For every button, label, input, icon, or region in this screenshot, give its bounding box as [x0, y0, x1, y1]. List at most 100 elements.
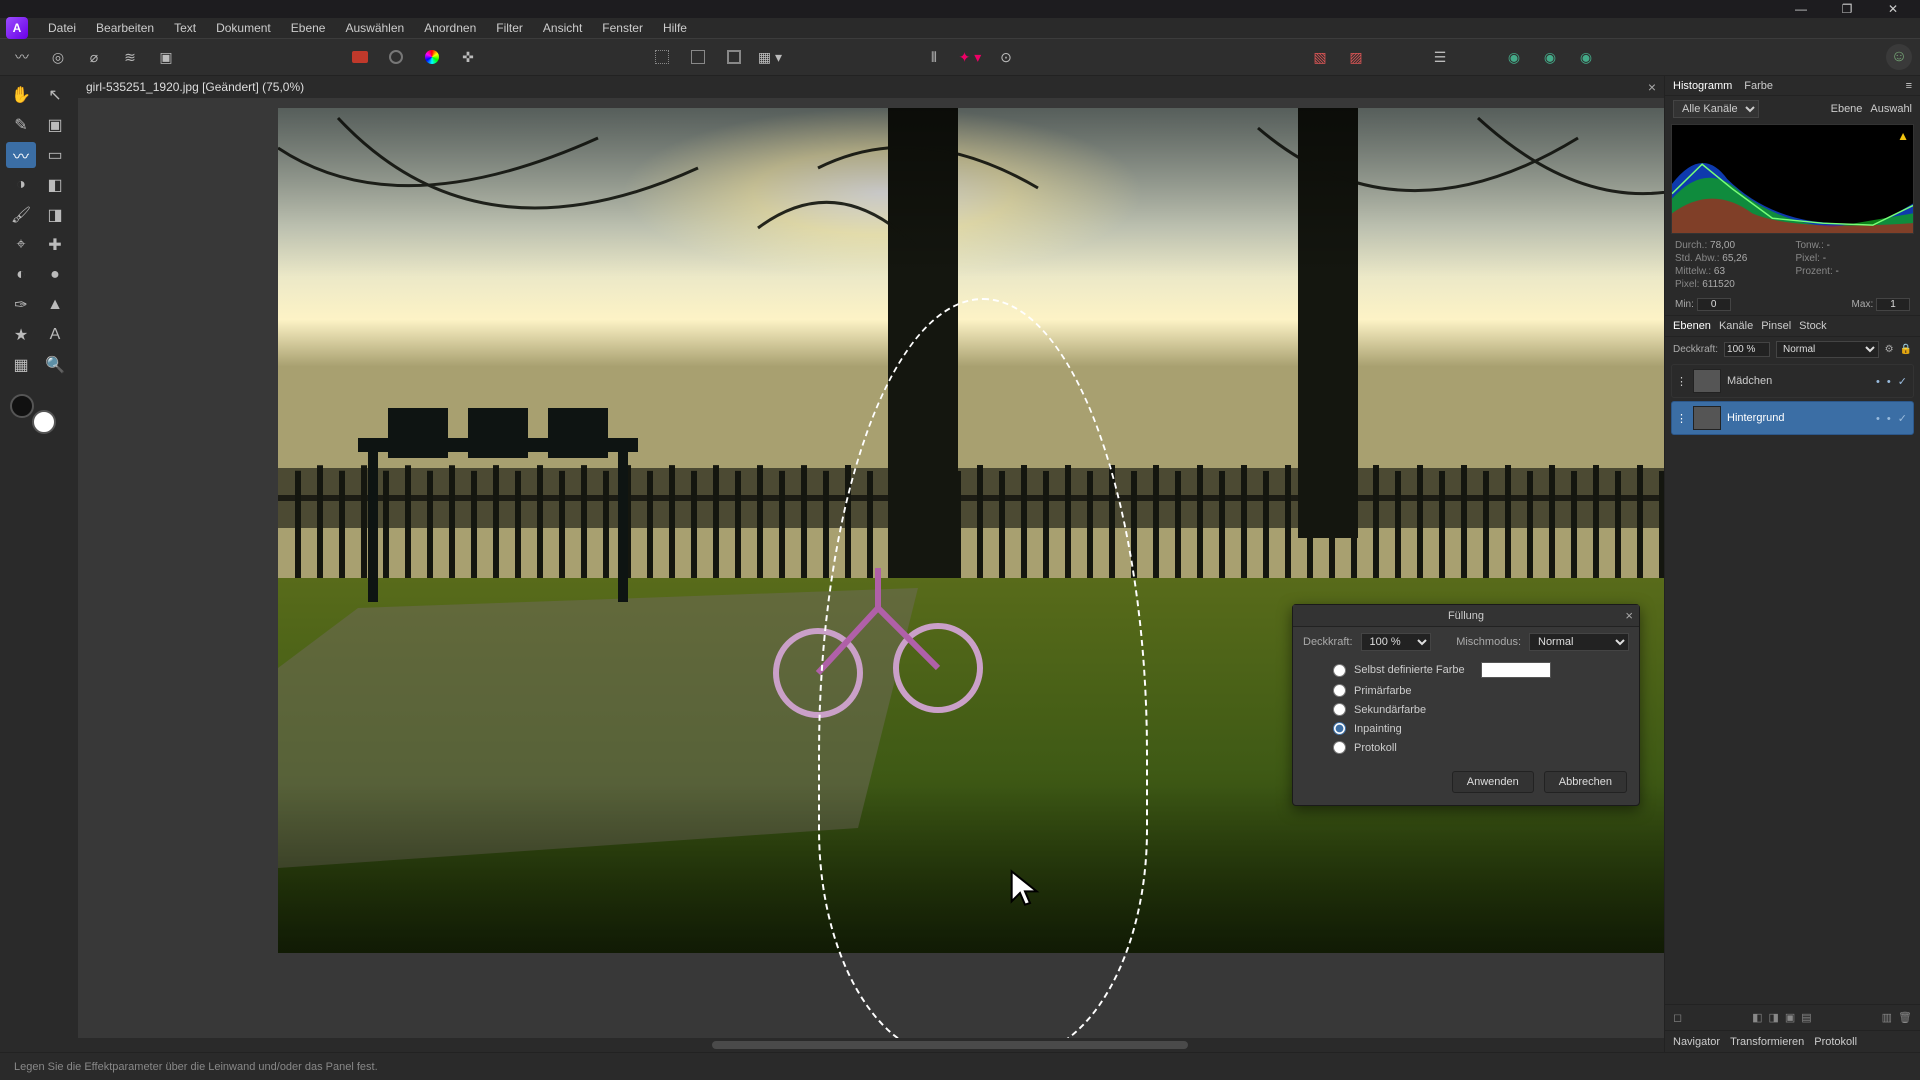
layer-fx-icon[interactable]: ⚙: [1885, 344, 1894, 355]
channel-select[interactable]: Alle Kanäle: [1673, 100, 1759, 118]
hand-tool-icon[interactable]: ✋: [6, 82, 36, 108]
mask-icon[interactable]: ◻: [1673, 1011, 1682, 1024]
swatch-red-icon[interactable]: [346, 43, 374, 71]
new-adjust-icon[interactable]: ◧: [1752, 1011, 1762, 1024]
mesh-tool-icon[interactable]: ▦: [6, 352, 36, 378]
cloud-1-icon[interactable]: ◉: [1500, 43, 1528, 71]
document-tab[interactable]: girl-535251_1920.jpg [Geändert] (75,0%) …: [78, 76, 1664, 98]
bottom-tab-protokoll[interactable]: Protokoll: [1814, 1036, 1857, 1048]
fill-opacity-select[interactable]: 100 %: [1361, 633, 1431, 651]
canvas-h-scrollbar[interactable]: [78, 1038, 1664, 1052]
menu-anordnen[interactable]: Anordnen: [414, 19, 486, 37]
layer-blend-select[interactable]: Normal: [1776, 341, 1879, 358]
persona-develop-icon[interactable]: ⌀: [80, 43, 108, 71]
shape-tool-icon[interactable]: ★: [6, 322, 36, 348]
layer-tab-stock[interactable]: Stock: [1799, 320, 1827, 332]
fill-opt-radio[interactable]: [1333, 722, 1346, 735]
new-layer-icon[interactable]: ▤: [1801, 1011, 1811, 1024]
zoom-tool-icon[interactable]: 🔍: [40, 352, 70, 378]
canvas[interactable]: [78, 98, 1664, 1038]
new-live-icon[interactable]: ◨: [1768, 1011, 1778, 1024]
account-avatar[interactable]: ☺: [1886, 44, 1912, 70]
dialog-titlebar[interactable]: Füllung ×: [1293, 605, 1639, 627]
layer-row[interactable]: ⋮Hintergrund• • ✓: [1671, 401, 1914, 435]
sel-med-icon[interactable]: [684, 43, 712, 71]
arrange-icon[interactable]: ☰: [1426, 43, 1454, 71]
menu-datei[interactable]: Datei: [38, 19, 86, 37]
layer-lock-icon[interactable]: 🔒: [1900, 344, 1912, 355]
layer-flags-icon[interactable]: • • ✓: [1876, 412, 1909, 425]
crop-tool-icon[interactable]: ▣: [40, 112, 70, 138]
persona-liquify-icon[interactable]: ◎: [44, 43, 72, 71]
sel-small-icon[interactable]: [648, 43, 676, 71]
custom-color-preview[interactable]: [1481, 662, 1551, 678]
menu-text[interactable]: Text: [164, 19, 206, 37]
layer-tab-kanäle[interactable]: Kanäle: [1719, 320, 1753, 332]
erase-tool-icon[interactable]: ◨: [40, 202, 70, 228]
persona-photo-icon[interactable]: 〰: [8, 43, 36, 71]
menu-fenster[interactable]: Fenster: [592, 19, 653, 37]
close-document-icon[interactable]: ×: [1648, 79, 1656, 95]
tab-histogram[interactable]: Histogramm: [1673, 80, 1732, 92]
layer-opacity-input[interactable]: [1724, 342, 1770, 357]
menu-filter[interactable]: Filter: [486, 19, 533, 37]
apply-button[interactable]: Anwenden: [1452, 771, 1534, 793]
cancel-button[interactable]: Abbrechen: [1544, 771, 1627, 793]
marquee-tool-icon[interactable]: ▭: [40, 142, 70, 168]
panel-menu-icon[interactable]: ≡: [1906, 80, 1912, 92]
bottom-tab-navigator[interactable]: Navigator: [1673, 1036, 1720, 1048]
selection-brush-icon[interactable]: 〰: [6, 142, 36, 168]
crop-mode-icon[interactable]: ▦ ▾: [756, 43, 784, 71]
hist-min-input[interactable]: [1697, 298, 1731, 311]
delete-layer-icon[interactable]: 🗑: [1898, 1011, 1912, 1024]
background-color[interactable]: [32, 410, 56, 434]
fill-opt-radio[interactable]: [1333, 741, 1346, 754]
clone-tool-icon[interactable]: ⌖: [6, 232, 36, 258]
heal-tool-icon[interactable]: ✚: [40, 232, 70, 258]
layer-visibility-icon[interactable]: ⋮: [1676, 412, 1687, 425]
layer-tab-ebenen[interactable]: Ebenen: [1673, 320, 1711, 332]
brush-tool-icon[interactable]: 🖌: [6, 202, 36, 228]
menu-auswählen[interactable]: Auswählen: [335, 19, 414, 37]
group-icon[interactable]: ▥: [1882, 1011, 1892, 1024]
distribute-icon[interactable]: ✦ ▾: [956, 43, 984, 71]
persona-export-icon[interactable]: ▣: [152, 43, 180, 71]
cloud-3-icon[interactable]: ◉: [1572, 43, 1600, 71]
move-tool-icon[interactable]: ↖: [40, 82, 70, 108]
align-icon[interactable]: ⫴: [920, 43, 948, 71]
gradient-tool-icon[interactable]: ◧: [40, 172, 70, 198]
layer-row[interactable]: ⋮Mädchen• • ✓: [1671, 364, 1914, 398]
menu-bearbeiten[interactable]: Bearbeiten: [86, 19, 164, 37]
sel-large-icon[interactable]: [720, 43, 748, 71]
blur-tool-icon[interactable]: ●: [40, 262, 70, 288]
bottom-tab-transformieren[interactable]: Transformieren: [1730, 1036, 1804, 1048]
layer-flags-icon[interactable]: • • ✓: [1876, 375, 1909, 388]
node-tool-icon[interactable]: ▲: [40, 292, 70, 318]
layer-tab-pinsel[interactable]: Pinsel: [1761, 320, 1791, 332]
hist-max-input[interactable]: [1876, 298, 1910, 311]
window-maximize[interactable]: ❐: [1824, 2, 1870, 16]
hist-scope-selection[interactable]: Auswahl: [1870, 103, 1912, 115]
window-close[interactable]: ✕: [1870, 2, 1916, 16]
foreground-color[interactable]: [10, 394, 34, 418]
eyedrop-icon[interactable]: ✜: [454, 43, 482, 71]
fill-opt-radio[interactable]: [1333, 664, 1346, 677]
menu-dokument[interactable]: Dokument: [206, 19, 281, 37]
persona-tone-icon[interactable]: ≋: [116, 43, 144, 71]
fill-blend-select[interactable]: Normal: [1529, 633, 1629, 651]
fill-opt-radio[interactable]: [1333, 703, 1346, 716]
tab-color[interactable]: Farbe: [1744, 80, 1773, 92]
new-mask-icon[interactable]: ▣: [1785, 1011, 1795, 1024]
text-tool-icon[interactable]: A: [40, 322, 70, 348]
window-minimize[interactable]: —: [1778, 2, 1824, 16]
cloud-2-icon[interactable]: ◉: [1536, 43, 1564, 71]
dialog-close-icon[interactable]: ×: [1625, 608, 1633, 623]
fill-opt-radio[interactable]: [1333, 684, 1346, 697]
menu-ebene[interactable]: Ebene: [281, 19, 336, 37]
stack-back-icon[interactable]: ▧: [1306, 43, 1334, 71]
color-chip[interactable]: [10, 394, 56, 434]
dodge-tool-icon[interactable]: ◐: [6, 262, 36, 288]
pen-tool-icon[interactable]: ✑: [6, 292, 36, 318]
hist-scope-layer[interactable]: Ebene: [1831, 103, 1863, 115]
menu-ansicht[interactable]: Ansicht: [533, 19, 592, 37]
